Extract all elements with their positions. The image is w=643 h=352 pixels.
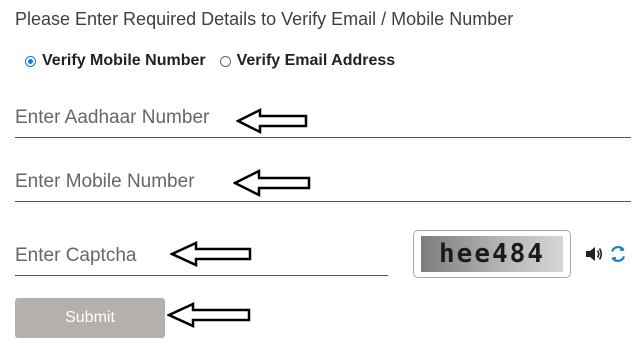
submit-button[interactable]: Submit	[15, 298, 165, 338]
arrow-icon	[233, 168, 311, 198]
verify-options: Verify Mobile Number Verify Email Addres…	[25, 52, 409, 70]
arrow-icon	[170, 241, 252, 267]
arrow-icon	[167, 302, 251, 328]
speaker-icon[interactable]	[585, 245, 603, 263]
captcha-image-box: hee484	[413, 230, 571, 278]
captcha-image: hee484	[421, 236, 563, 272]
mobile-input[interactable]	[15, 162, 631, 202]
radio-selected-indicator[interactable]	[25, 55, 36, 67]
captcha-text: hee484	[439, 239, 545, 269]
page-heading: Please Enter Required Details to Verify …	[15, 9, 514, 29]
radio-verify-email[interactable]: Verify Email Address	[219, 52, 396, 70]
radio-label: Verify Email Address	[236, 52, 396, 69]
radio-label: Verify Mobile Number	[42, 52, 206, 69]
radio-unselected-indicator[interactable]	[219, 55, 231, 67]
arrow-icon	[236, 107, 308, 135]
aadhaar-input[interactable]	[15, 98, 631, 138]
refresh-icon[interactable]	[609, 244, 627, 264]
radio-verify-mobile[interactable]: Verify Mobile Number	[25, 52, 206, 70]
